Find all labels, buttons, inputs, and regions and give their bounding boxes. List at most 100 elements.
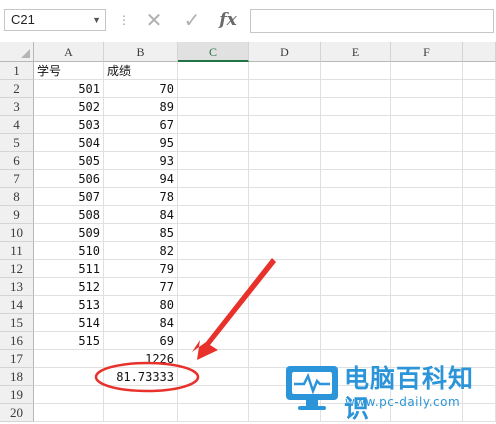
cell-a15[interactable]: 514 <box>34 314 104 332</box>
insert-function-icon[interactable]: fx <box>214 8 242 32</box>
cell-e5[interactable] <box>321 134 391 152</box>
cell-a4[interactable]: 503 <box>34 116 104 134</box>
cell-g4[interactable] <box>463 116 496 134</box>
cell-g10[interactable] <box>463 224 496 242</box>
cell-f11[interactable] <box>391 242 463 260</box>
cell-b14[interactable]: 80 <box>104 296 178 314</box>
cell-e9[interactable] <box>321 206 391 224</box>
cell-a11[interactable]: 510 <box>34 242 104 260</box>
name-box[interactable]: C21 ▼ <box>4 9 106 31</box>
cell-g16[interactable] <box>463 332 496 350</box>
cell-e11[interactable] <box>321 242 391 260</box>
cell-d6[interactable] <box>249 152 321 170</box>
enter-icon[interactable]: ✓ <box>178 8 206 32</box>
cell-d9[interactable] <box>249 206 321 224</box>
cell-b1[interactable]: 成绩 <box>104 62 178 80</box>
cell-d13[interactable] <box>249 278 321 296</box>
cell-c1[interactable] <box>178 62 249 80</box>
cell-a5[interactable]: 504 <box>34 134 104 152</box>
cell-a9[interactable]: 508 <box>34 206 104 224</box>
cell-f14[interactable] <box>391 296 463 314</box>
cell-c7[interactable] <box>178 170 249 188</box>
row-header-11[interactable]: 11 <box>0 242 34 260</box>
row-header-14[interactable]: 14 <box>0 296 34 314</box>
cell-c6[interactable] <box>178 152 249 170</box>
column-header-c[interactable]: C <box>178 42 249 62</box>
cell-e15[interactable] <box>321 314 391 332</box>
cell-b7[interactable]: 94 <box>104 170 178 188</box>
select-all-button[interactable] <box>0 42 34 62</box>
cell-g15[interactable] <box>463 314 496 332</box>
cell-d4[interactable] <box>249 116 321 134</box>
cell-f10[interactable] <box>391 224 463 242</box>
cell-b13[interactable]: 77 <box>104 278 178 296</box>
cell-c9[interactable] <box>178 206 249 224</box>
row-header-12[interactable]: 12 <box>0 260 34 278</box>
cell-g6[interactable] <box>463 152 496 170</box>
cell-f9[interactable] <box>391 206 463 224</box>
cell-b20[interactable] <box>104 404 178 422</box>
formula-input[interactable] <box>250 9 494 33</box>
row-header-4[interactable]: 4 <box>0 116 34 134</box>
cell-d16[interactable] <box>249 332 321 350</box>
cell-g2[interactable] <box>463 80 496 98</box>
row-header-10[interactable]: 10 <box>0 224 34 242</box>
cell-c20[interactable] <box>178 404 249 422</box>
row-header-13[interactable]: 13 <box>0 278 34 296</box>
cell-d15[interactable] <box>249 314 321 332</box>
cell-f12[interactable] <box>391 260 463 278</box>
cell-b6[interactable]: 93 <box>104 152 178 170</box>
column-header-d[interactable]: D <box>249 42 321 62</box>
cell-c11[interactable] <box>178 242 249 260</box>
cell-a2[interactable]: 501 <box>34 80 104 98</box>
cell-f13[interactable] <box>391 278 463 296</box>
cell-g7[interactable] <box>463 170 496 188</box>
cell-a10[interactable]: 509 <box>34 224 104 242</box>
cell-d12[interactable] <box>249 260 321 278</box>
cell-d14[interactable] <box>249 296 321 314</box>
cell-e13[interactable] <box>321 278 391 296</box>
row-header-2[interactable]: 2 <box>0 80 34 98</box>
cell-c3[interactable] <box>178 98 249 116</box>
cell-c14[interactable] <box>178 296 249 314</box>
cell-b17[interactable]: 1226 <box>104 350 178 368</box>
cell-c10[interactable] <box>178 224 249 242</box>
cell-d11[interactable] <box>249 242 321 260</box>
cell-f5[interactable] <box>391 134 463 152</box>
cell-a12[interactable]: 511 <box>34 260 104 278</box>
row-header-18[interactable]: 18 <box>0 368 34 386</box>
cell-c13[interactable] <box>178 278 249 296</box>
cell-a8[interactable]: 507 <box>34 188 104 206</box>
row-header-1[interactable]: 1 <box>0 62 34 80</box>
cell-e7[interactable] <box>321 170 391 188</box>
cell-g9[interactable] <box>463 206 496 224</box>
cell-c4[interactable] <box>178 116 249 134</box>
cell-c17[interactable] <box>178 350 249 368</box>
cell-e10[interactable] <box>321 224 391 242</box>
cell-c16[interactable] <box>178 332 249 350</box>
cell-f1[interactable] <box>391 62 463 80</box>
cell-g5[interactable] <box>463 134 496 152</box>
cell-c15[interactable] <box>178 314 249 332</box>
cell-f4[interactable] <box>391 116 463 134</box>
cell-b4[interactable]: 67 <box>104 116 178 134</box>
cell-a20[interactable] <box>34 404 104 422</box>
cell-g3[interactable] <box>463 98 496 116</box>
cell-e4[interactable] <box>321 116 391 134</box>
cell-f6[interactable] <box>391 152 463 170</box>
row-header-20[interactable]: 20 <box>0 404 34 422</box>
cell-e12[interactable] <box>321 260 391 278</box>
cell-e1[interactable] <box>321 62 391 80</box>
cell-a16[interactable]: 515 <box>34 332 104 350</box>
cell-f8[interactable] <box>391 188 463 206</box>
cell-a13[interactable]: 512 <box>34 278 104 296</box>
cell-c12[interactable] <box>178 260 249 278</box>
chevron-down-icon[interactable]: ▼ <box>92 10 101 30</box>
cell-e14[interactable] <box>321 296 391 314</box>
cell-f16[interactable] <box>391 332 463 350</box>
cell-a6[interactable]: 505 <box>34 152 104 170</box>
row-header-8[interactable]: 8 <box>0 188 34 206</box>
row-header-16[interactable]: 16 <box>0 332 34 350</box>
cell-a1[interactable]: 学号 <box>34 62 104 80</box>
cell-a17[interactable] <box>34 350 104 368</box>
